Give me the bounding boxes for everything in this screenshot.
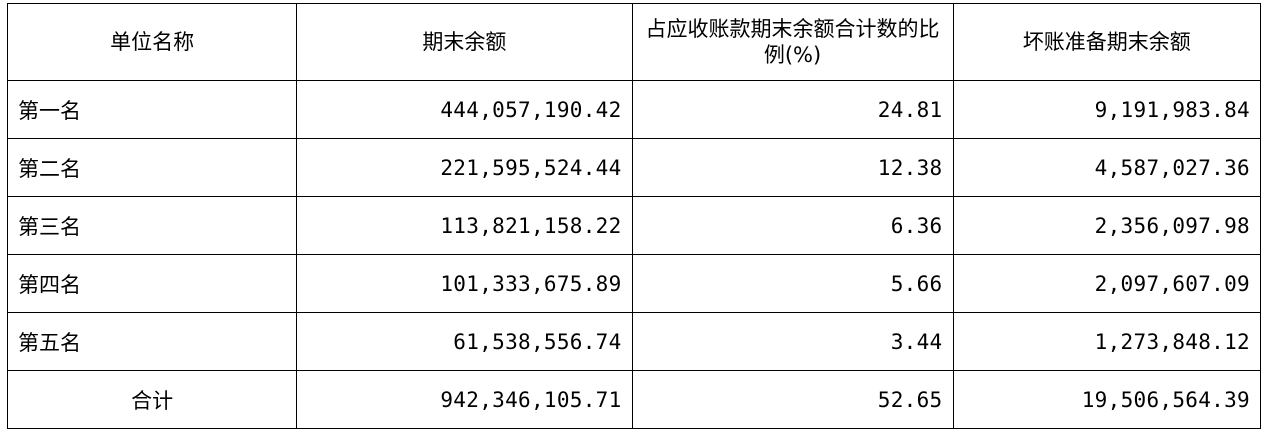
cell-bad-debt-provision: 2,097,607.09 [952, 254, 1261, 313]
cell-total-balance-ratio: 52.65 [631, 370, 954, 429]
cell-balance-ratio: 12.38 [631, 138, 954, 197]
header-ending-balance: 期末余额 [296, 3, 633, 81]
receivables-top-five-table: 单位名称 期末余额 占应收账款期末余额合计数的比例(%) 坏账准备期末余额 第一… [6, 3, 1261, 429]
cell-unit-name: 第二名 [6, 138, 298, 197]
table-row: 第一名 444,057,190.42 24.81 9,191,983.84 [6, 80, 1261, 139]
header-unit-name: 单位名称 [6, 3, 298, 81]
table-header-row: 单位名称 期末余额 占应收账款期末余额合计数的比例(%) 坏账准备期末余额 [6, 3, 1261, 81]
header-balance-ratio: 占应收账款期末余额合计数的比例(%) [631, 3, 954, 81]
cell-total-ending-balance: 942,346,105.71 [296, 370, 633, 429]
cell-bad-debt-provision: 1,273,848.12 [952, 312, 1261, 371]
cell-bad-debt-provision: 9,191,983.84 [952, 80, 1261, 139]
cell-ending-balance: 61,538,556.74 [296, 312, 633, 371]
cell-balance-ratio: 24.81 [631, 80, 954, 139]
cell-unit-name: 第三名 [6, 196, 298, 255]
cell-ending-balance: 113,821,158.22 [296, 196, 633, 255]
table-row: 第三名 113,821,158.22 6.36 2,356,097.98 [6, 196, 1261, 255]
cell-bad-debt-provision: 2,356,097.98 [952, 196, 1261, 255]
cell-total-label: 合计 [6, 370, 298, 429]
header-bad-debt-provision: 坏账准备期末余额 [952, 3, 1261, 81]
table-total-row: 合计 942,346,105.71 52.65 19,506,564.39 [6, 370, 1261, 429]
table-row: 第四名 101,333,675.89 5.66 2,097,607.09 [6, 254, 1261, 313]
cell-balance-ratio: 3.44 [631, 312, 954, 371]
cell-unit-name: 第五名 [6, 312, 298, 371]
table-row: 第五名 61,538,556.74 3.44 1,273,848.12 [6, 312, 1261, 371]
cell-balance-ratio: 6.36 [631, 196, 954, 255]
table-row: 第二名 221,595,524.44 12.38 4,587,027.36 [6, 138, 1261, 197]
cell-ending-balance: 444,057,190.42 [296, 80, 633, 139]
cell-ending-balance: 221,595,524.44 [296, 138, 633, 197]
cell-unit-name: 第四名 [6, 254, 298, 313]
cell-balance-ratio: 5.66 [631, 254, 954, 313]
cell-ending-balance: 101,333,675.89 [296, 254, 633, 313]
cell-unit-name: 第一名 [6, 80, 298, 139]
cell-bad-debt-provision: 4,587,027.36 [952, 138, 1261, 197]
cell-total-bad-debt-provision: 19,506,564.39 [952, 370, 1261, 429]
